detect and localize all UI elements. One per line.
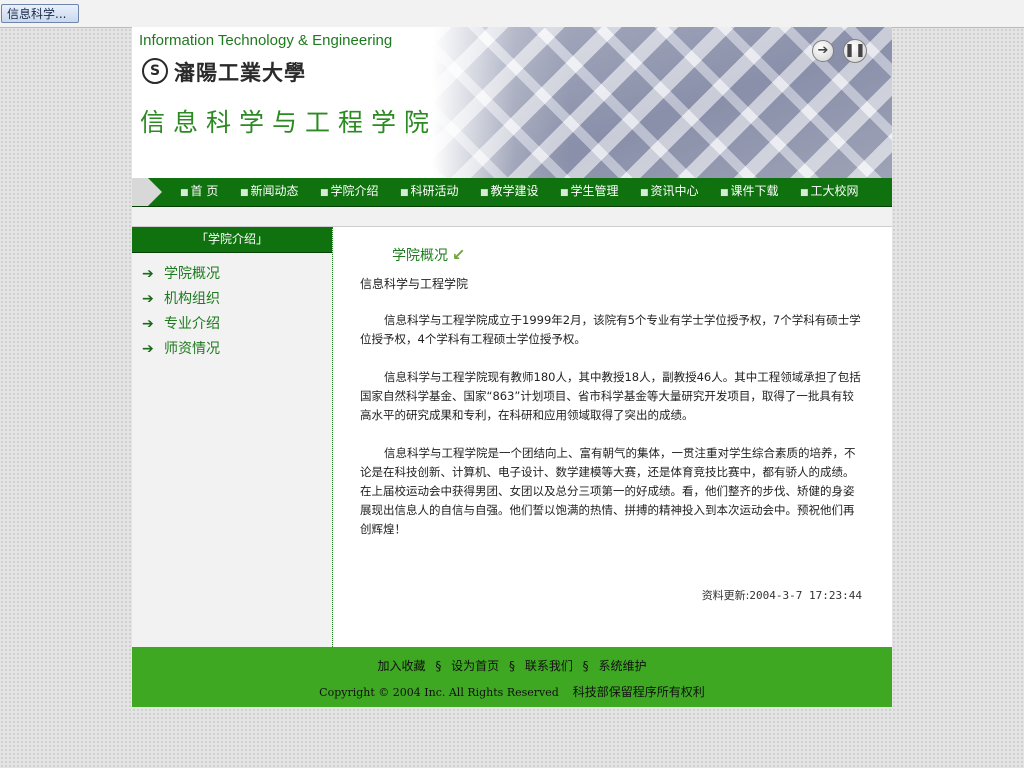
nav-item-label: 课件下载	[730, 184, 779, 198]
nav-item-label: 资讯中心	[650, 184, 699, 198]
content-paragraph: 信息科学与工程学院是一个团结向上、富有朝气的集体，一贯注重对学生综合素质的培养，…	[360, 446, 856, 536]
arrow-right-icon: ➔	[142, 291, 154, 307]
nav-item-label: 首 页	[190, 184, 219, 198]
nav-item-label: 工大校网	[810, 184, 859, 198]
sidebar-title: 「学院介绍」	[132, 227, 332, 253]
footer-link-set-homepage[interactable]: 设为首页	[451, 659, 499, 673]
sidebar-item-label: 专业介绍	[164, 316, 220, 332]
nav-dot-icon: ■	[480, 188, 489, 198]
content-subtitle: 信息科学与工程学院	[360, 277, 469, 291]
content-title-text: 学院概况	[392, 248, 448, 264]
nav-dot-icon: ■	[180, 188, 189, 198]
nav-dot-icon: ■	[400, 188, 409, 198]
nav-item-about[interactable]: ■ 学院介绍	[320, 178, 379, 206]
copyright-text: Copyright © 2004 Inc. All Rights Reserve…	[319, 686, 559, 699]
nav-dot-icon: ■	[800, 188, 809, 198]
last-updated: 资料更新:2004-3-7 17:23:44	[702, 587, 862, 603]
page-container: Information Technology & Engineering S 瀋…	[132, 27, 892, 707]
nav-item-label: 学院介绍	[330, 184, 379, 198]
arrow-right-circle-icon[interactable]: ➔	[812, 40, 834, 62]
content-paragraph: 信息科学与工程学院成立于1999年2月，该院有5个专业有学士学位授予权，7个学科…	[360, 313, 861, 346]
footer-link-maintenance[interactable]: 系统维护	[599, 659, 647, 673]
footer-link-bookmark[interactable]: 加入收藏	[377, 659, 425, 673]
university-name: 瀋陽工業大學	[174, 60, 306, 85]
university-logo-icon: S	[142, 58, 168, 84]
footer-link-contact[interactable]: 联系我们	[525, 659, 573, 673]
arrow-right-icon: ➔	[142, 266, 154, 282]
footer-separator: §	[582, 659, 589, 673]
sidebar-item-overview[interactable]: ➔ 学院概况	[142, 263, 220, 285]
nav-dot-icon: ■	[720, 188, 729, 198]
footer-copyright: Copyright © 2004 Inc. All Rights Reserve…	[132, 683, 892, 700]
sidebar-item-label: 学院概况	[164, 266, 220, 282]
nav-item-downloads[interactable]: ■ 课件下载	[720, 178, 779, 206]
nav-item-campus-web[interactable]: ■ 工大校网	[800, 178, 859, 206]
pause-circle-icon[interactable]: ❚❚	[843, 39, 867, 63]
taskbar-window-button[interactable]: 信息科学...	[1, 4, 79, 23]
nav-item-label: 教学建设	[490, 184, 539, 198]
main-content: 学院概况 ↙ 信息科学与工程学院 信息科学与工程学院成立于1999年2月，该院有5…	[334, 227, 892, 647]
nav-item-students[interactable]: ■ 学生管理	[560, 178, 619, 206]
last-updated-label: 资料更新:	[701, 589, 750, 602]
nav-wedge-decoration	[132, 178, 148, 206]
nav-dot-icon: ■	[320, 188, 329, 198]
footer-separator: §	[509, 659, 515, 673]
nav-item-news[interactable]: ■ 新闻动态	[240, 178, 299, 206]
arrow-right-icon: ➔	[142, 316, 154, 332]
sidebar-item-majors[interactable]: ➔ 专业介绍	[142, 313, 220, 335]
sidebar-item-label: 机构组织	[164, 291, 220, 307]
nav-wedge-tip	[148, 178, 162, 206]
nav-item-research[interactable]: ■ 科研活动	[400, 178, 459, 206]
last-updated-value: 2004-3-7 17:23:44	[749, 589, 862, 602]
sidebar-item-organization[interactable]: ➔ 机构组织	[142, 288, 220, 310]
nav-dot-icon: ■	[640, 188, 649, 198]
school-name: 信息科学与工程学院	[140, 108, 438, 137]
taskbar: 信息科学...	[0, 0, 1024, 28]
sidebar-item-label: 师资情况	[164, 341, 220, 357]
nav-item-teaching[interactable]: ■ 教学建设	[480, 178, 539, 206]
nav-item-home[interactable]: ■ 首 页	[180, 178, 218, 206]
footer-links: 加入收藏 § 设为首页 § 联系我们 § 系统维护	[132, 657, 892, 674]
content-title: 学院概况 ↙	[392, 245, 465, 265]
copyright-owner: 科技部保留程序所有权利	[572, 685, 705, 699]
sidebar-item-faculty[interactable]: ➔ 师资情况	[142, 338, 220, 360]
nav-item-label: 新闻动态	[250, 184, 299, 198]
banner-tagline: Information Technology & Engineering	[139, 32, 393, 49]
footer: 加入收藏 § 设为首页 § 联系我们 § 系统维护 Copyright © 20…	[132, 647, 892, 707]
main-nav: ■ 首 页 ■ 新闻动态 ■ 学院介绍 ■ 科研活动 ■ 教学建设 ■ 学生管理 ■ 资讯中心…	[132, 178, 892, 207]
nav-item-label: 科研活动	[410, 184, 459, 198]
content-paragraph: 信息科学与工程学院现有教师180人，其中教授18人，副教授46人。其中工程领域承…	[360, 370, 861, 422]
arrow-right-icon: ➔	[142, 341, 154, 357]
nav-dot-icon: ■	[560, 188, 569, 198]
nav-item-label: 学生管理	[570, 184, 619, 198]
nav-divider-strip	[132, 207, 892, 227]
arrow-down-left-icon: ↙	[452, 245, 466, 264]
sidebar: 「学院介绍」 ➔ 学院概况 ➔ 机构组织 ➔ 专业介绍 ➔ 师资情况	[132, 227, 333, 647]
nav-dot-icon: ■	[240, 188, 249, 198]
footer-separator: §	[435, 659, 442, 673]
header-banner: Information Technology & Engineering S 瀋…	[132, 27, 892, 178]
nav-item-info-center[interactable]: ■ 资讯中心	[640, 178, 699, 206]
